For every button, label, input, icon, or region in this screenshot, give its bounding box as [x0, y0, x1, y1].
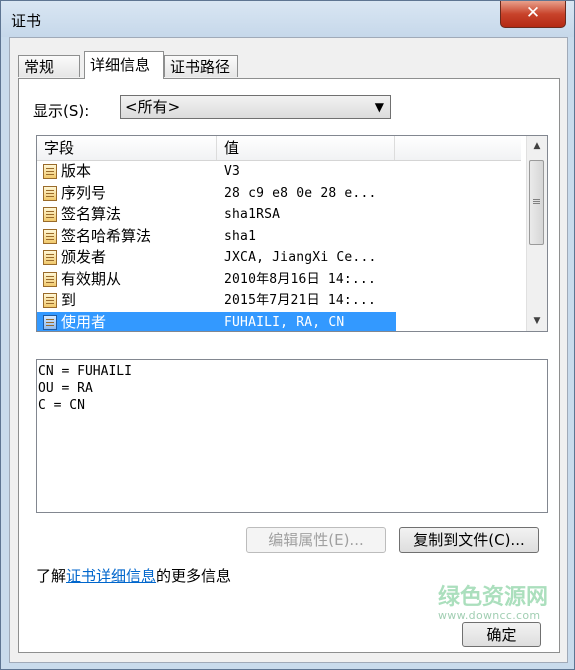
edit-properties-button[interactable]: 编辑属性(E)...	[246, 527, 386, 553]
certificate-field-icon	[43, 293, 57, 308]
table-row[interactable]: 版本 V3	[37, 161, 521, 183]
detail-line: CN = FUHAILI	[38, 364, 132, 379]
tab-certification-path[interactable]: 证书路径	[164, 55, 238, 77]
scroll-up-arrow-icon[interactable]: ▲	[527, 136, 547, 156]
scroll-thumb[interactable]	[529, 160, 544, 245]
learn-more-suffix: 的更多信息	[156, 567, 232, 585]
row-field-value: V3	[224, 164, 241, 179]
certificate-dialog: 证书 ✕ 常规 详细信息 证书路径 显示(S): <所有> ▼ 字段 值 版本 V…	[0, 0, 575, 670]
row-field-name: 序列号	[61, 183, 107, 202]
row-field-name: 有效期从	[61, 269, 122, 288]
row-field-value: 28 c9 e8 0e 28 e...	[224, 185, 377, 201]
certificate-field-icon	[43, 314, 57, 330]
close-button[interactable]: ✕	[500, 1, 566, 28]
list-rows: 版本 V3 序列号 28 c9 e8 0e 28 e... 签名算法 sha1RSA 签名哈…	[37, 161, 521, 331]
show-dropdown-value: <所有>	[125, 98, 181, 116]
certificate-details-link[interactable]: 证书详细信息	[66, 567, 156, 585]
table-row[interactable]: 签名算法 sha1RSA	[37, 204, 521, 226]
column-header-value[interactable]: 值	[217, 136, 395, 160]
certificate-field-icon	[43, 185, 57, 201]
show-dropdown[interactable]: <所有> ▼	[120, 95, 391, 119]
row-field-name: 使用者	[61, 312, 107, 331]
learn-more-prefix: 了解	[36, 567, 67, 585]
row-field-value: JXCA, JiangXi Ce...	[224, 250, 377, 265]
row-field-name: 颁发者	[61, 248, 107, 266]
show-label: 显示(S):	[33, 102, 90, 120]
row-field-name: 版本	[61, 162, 92, 180]
certificate-field-icon	[43, 164, 57, 179]
list-header: 字段 值	[37, 136, 521, 161]
certificate-field-icon	[43, 271, 57, 287]
scroll-down-arrow-icon[interactable]: ▼	[527, 311, 547, 331]
row-field-value: 2010年8月16日 14:...	[224, 271, 376, 287]
column-header-field[interactable]: 字段	[37, 136, 217, 160]
dialog-client-area: 常规 详细信息 证书路径 显示(S): <所有> ▼ 字段 值 版本 V3 序列号 2…	[9, 37, 568, 663]
tab-details[interactable]: 详细信息	[84, 51, 164, 79]
tab-general[interactable]: 常规	[18, 55, 80, 77]
table-row[interactable]: 颁发者 JXCA, JiangXi Ce...	[37, 247, 521, 269]
row-field-name: 到	[61, 291, 77, 309]
certificate-field-icon	[43, 207, 57, 222]
table-row[interactable]: 使用者 FUHAILI, RA, CN	[37, 311, 396, 331]
table-row[interactable]: 有效期从 2010年8月16日 14:...	[37, 269, 521, 291]
ok-button[interactable]: 确定	[462, 622, 541, 647]
detail-line: OU = RA	[38, 381, 93, 396]
table-row[interactable]: 到 2015年7月21日 14:...	[37, 290, 521, 312]
window-title: 证书	[11, 12, 42, 30]
row-field-value: 2015年7月21日 14:...	[224, 293, 376, 308]
row-field-name: 签名算法	[61, 205, 122, 223]
dropdown-arrow-icon: ▼	[374, 100, 384, 114]
detail-line: C = CN	[38, 398, 85, 413]
certificate-field-icon	[43, 228, 57, 244]
row-field-value: FUHAILI, RA, CN	[224, 314, 345, 330]
table-row[interactable]: 序列号 28 c9 e8 0e 28 e...	[37, 183, 521, 205]
table-row[interactable]: 签名哈希算法 sha1	[37, 226, 521, 248]
copy-to-file-button[interactable]: 复制到文件(C)...	[399, 527, 539, 553]
certificate-field-icon	[43, 250, 57, 265]
field-list[interactable]: 字段 值 版本 V3 序列号 28 c9 e8 0e 28 e... 签名算法 sha1R…	[36, 135, 548, 332]
row-field-value: sha1	[224, 228, 257, 244]
row-field-value: sha1RSA	[224, 207, 281, 222]
row-field-name: 签名哈希算法	[61, 226, 152, 245]
learn-more-text: 了解证书详细信息的更多信息	[36, 565, 231, 586]
list-scrollbar[interactable]: ▲ ▼	[526, 136, 547, 331]
field-detail-box[interactable]: CN = FUHAILI OU = RA C = CN	[36, 359, 548, 513]
grip-icon	[533, 199, 540, 200]
title-bar[interactable]: 证书 ✕	[1, 1, 574, 37]
